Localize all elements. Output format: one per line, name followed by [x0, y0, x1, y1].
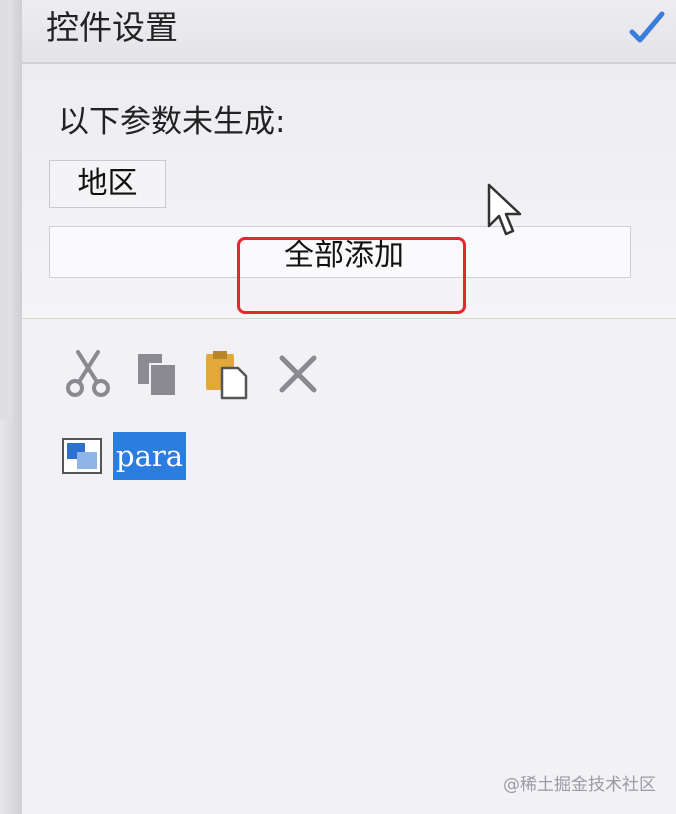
- paste-icon[interactable]: [202, 348, 250, 400]
- watermark: @稀土掘金技术社区: [503, 775, 656, 795]
- tree-item-label[interactable]: para: [113, 432, 187, 480]
- checkmark-icon[interactable]: [628, 8, 666, 46]
- panel-title: 控件设置: [46, 8, 178, 47]
- left-panel-edge: [0, 0, 22, 814]
- annotation-highlight-box: [237, 237, 466, 314]
- widget-icon: [62, 438, 102, 474]
- copy-icon[interactable]: [134, 348, 182, 400]
- ungenerated-params-hint: 以下参数未生成:: [58, 104, 286, 140]
- mouse-cursor-icon: [487, 183, 522, 236]
- scissors-icon[interactable]: [64, 348, 112, 400]
- close-icon[interactable]: [274, 348, 322, 400]
- param-chip-region[interactable]: 地区: [49, 160, 166, 208]
- left-panel-inner: [0, 0, 12, 420]
- widget-settings-panel: 控件设置 以下参数未生成: 地区 全部添加 para @稀土掘金技术社区: [22, 0, 676, 814]
- panel-header: 控件设置: [22, 0, 676, 64]
- ungenerated-params-section: 以下参数未生成: 地区 全部添加: [22, 64, 676, 319]
